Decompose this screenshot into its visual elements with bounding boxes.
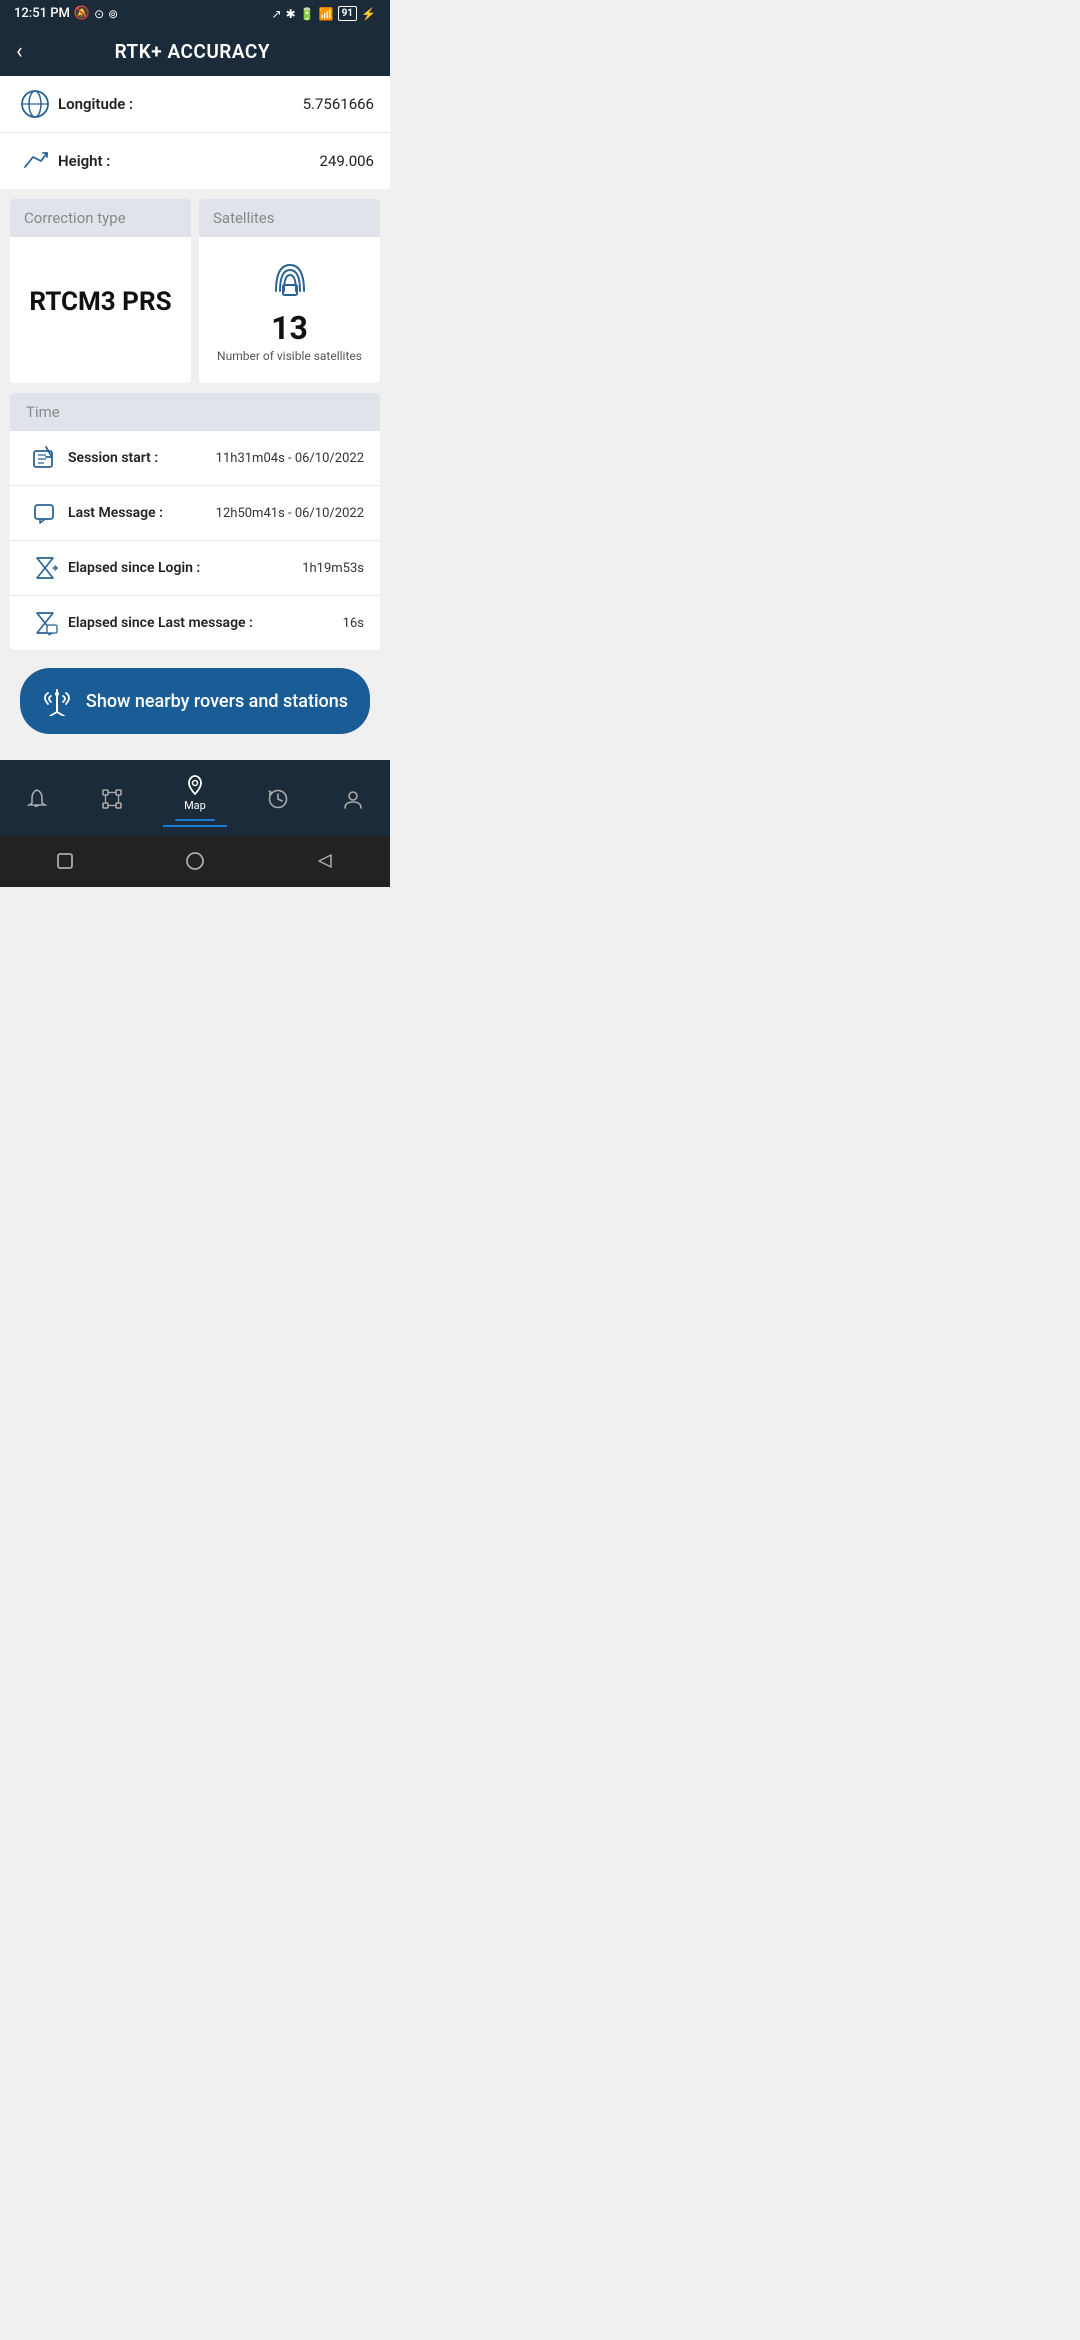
- show-nearby-icon: [42, 686, 72, 716]
- elapsed-last-msg-value: 16s: [343, 616, 364, 631]
- longitude-label: Longitude :: [54, 95, 303, 113]
- correction-type-card: Correction type RTCM3 PRS: [10, 199, 191, 383]
- elapsed-login-row: Elapsed since Login : 1h19m53s: [10, 541, 380, 596]
- session-start-label: Session start :: [64, 450, 216, 466]
- height-label: Height :: [54, 152, 319, 170]
- correction-type-body: RTCM3 PRS: [10, 237, 191, 367]
- system-nav: [0, 835, 390, 887]
- map-icon: [184, 774, 206, 796]
- battery-alert-icon: 🔋: [300, 7, 315, 21]
- bottom-nav: Map: [0, 760, 390, 835]
- bluetooth-icon: ✱: [286, 7, 296, 21]
- map-label: Map: [184, 799, 206, 812]
- sys-home-button[interactable]: [165, 845, 225, 877]
- last-message-row: Last Message : 12h50m41s - 06/10/2022: [10, 486, 380, 541]
- nav-history[interactable]: [255, 784, 301, 814]
- status-icons: ↗ ✱ 🔋 📶 91 ⚡: [272, 6, 376, 21]
- correction-type-value: RTCM3 PRS: [29, 287, 171, 317]
- location-icon: ⊙: [94, 7, 104, 21]
- session-start-row: Session start : 11h31m04s - 06/10/2022: [10, 431, 380, 486]
- longitude-value: 5.7561666: [303, 95, 374, 113]
- height-row: Height : 249.006: [0, 133, 390, 189]
- elapsed-login-label: Elapsed since Login :: [64, 560, 302, 576]
- longitude-row: Longitude : 5.7561666: [0, 76, 390, 133]
- time-display: 12:51 PM: [14, 6, 70, 21]
- height-value: 249.006: [319, 152, 374, 170]
- session-start-value: 11h31m04s - 06/10/2022: [216, 451, 364, 466]
- last-message-value: 12h50m41s - 06/10/2022: [216, 506, 364, 521]
- satellites-card: Satellites 13 Number of visible satellit…: [199, 199, 380, 383]
- sys-back-button[interactable]: [295, 845, 355, 877]
- profile-icon: [342, 788, 364, 810]
- satellite-label: Number of visible satellites: [217, 349, 362, 363]
- session-start-icon: [26, 445, 64, 471]
- history-icon: [267, 788, 289, 810]
- main-content: Longitude : 5.7561666 Height : 249.006 C…: [0, 76, 390, 760]
- nav-nodes[interactable]: [89, 784, 135, 814]
- page-title: RTK+ ACCURACY: [35, 40, 350, 63]
- time-card: Time Session start : 11h31m04s - 06/10/2…: [10, 393, 380, 650]
- two-col-section: Correction type RTCM3 PRS Satellites: [10, 199, 380, 383]
- show-nearby-button[interactable]: Show nearby rovers and stations: [20, 668, 370, 734]
- longitude-icon: [16, 90, 54, 118]
- mute-icon: 🔕: [74, 6, 90, 21]
- satellite-count: 13: [271, 309, 308, 347]
- last-message-icon: [26, 500, 64, 526]
- nav-alerts[interactable]: [14, 784, 60, 814]
- last-message-label: Last Message :: [64, 505, 216, 521]
- nav-profile[interactable]: [330, 784, 376, 814]
- sys-square-button[interactable]: [35, 845, 95, 877]
- back-button[interactable]: ‹: [16, 39, 23, 64]
- show-nearby-label: Show nearby rovers and stations: [86, 691, 348, 712]
- header: ‹ RTK+ ACCURACY: [0, 27, 390, 76]
- coordinates-card: Longitude : 5.7561666 Height : 249.006: [0, 76, 390, 189]
- satellites-body: 13 Number of visible satellites: [199, 237, 380, 383]
- charging-icon: ⚡: [361, 7, 376, 21]
- elapsed-last-msg-row: Elapsed since Last message : 16s: [10, 596, 380, 650]
- satellite-icon: [266, 257, 314, 299]
- elapsed-login-value: 1h19m53s: [302, 561, 364, 576]
- elapsed-last-msg-label: Elapsed since Last message :: [64, 615, 343, 631]
- status-time: 12:51 PM 🔕 ⊙ ⊚: [14, 6, 118, 21]
- elapsed-last-msg-icon: [26, 610, 64, 636]
- elapsed-login-icon: [26, 555, 64, 581]
- status-bar: 12:51 PM 🔕 ⊙ ⊚ ↗ ✱ 🔋 📶 91 ⚡: [0, 0, 390, 27]
- satellites-header: Satellites: [199, 199, 380, 237]
- height-icon: [16, 147, 54, 175]
- nodes-icon: [101, 788, 123, 810]
- record-icon: ⊚: [108, 7, 118, 21]
- correction-type-header: Correction type: [10, 199, 191, 237]
- battery-level: 91: [338, 6, 357, 21]
- gps-icon: ↗: [272, 7, 282, 21]
- bell-icon: [26, 788, 48, 810]
- nav-map[interactable]: Map: [163, 770, 227, 827]
- time-header: Time: [10, 393, 380, 431]
- wifi-icon: 📶: [319, 7, 334, 21]
